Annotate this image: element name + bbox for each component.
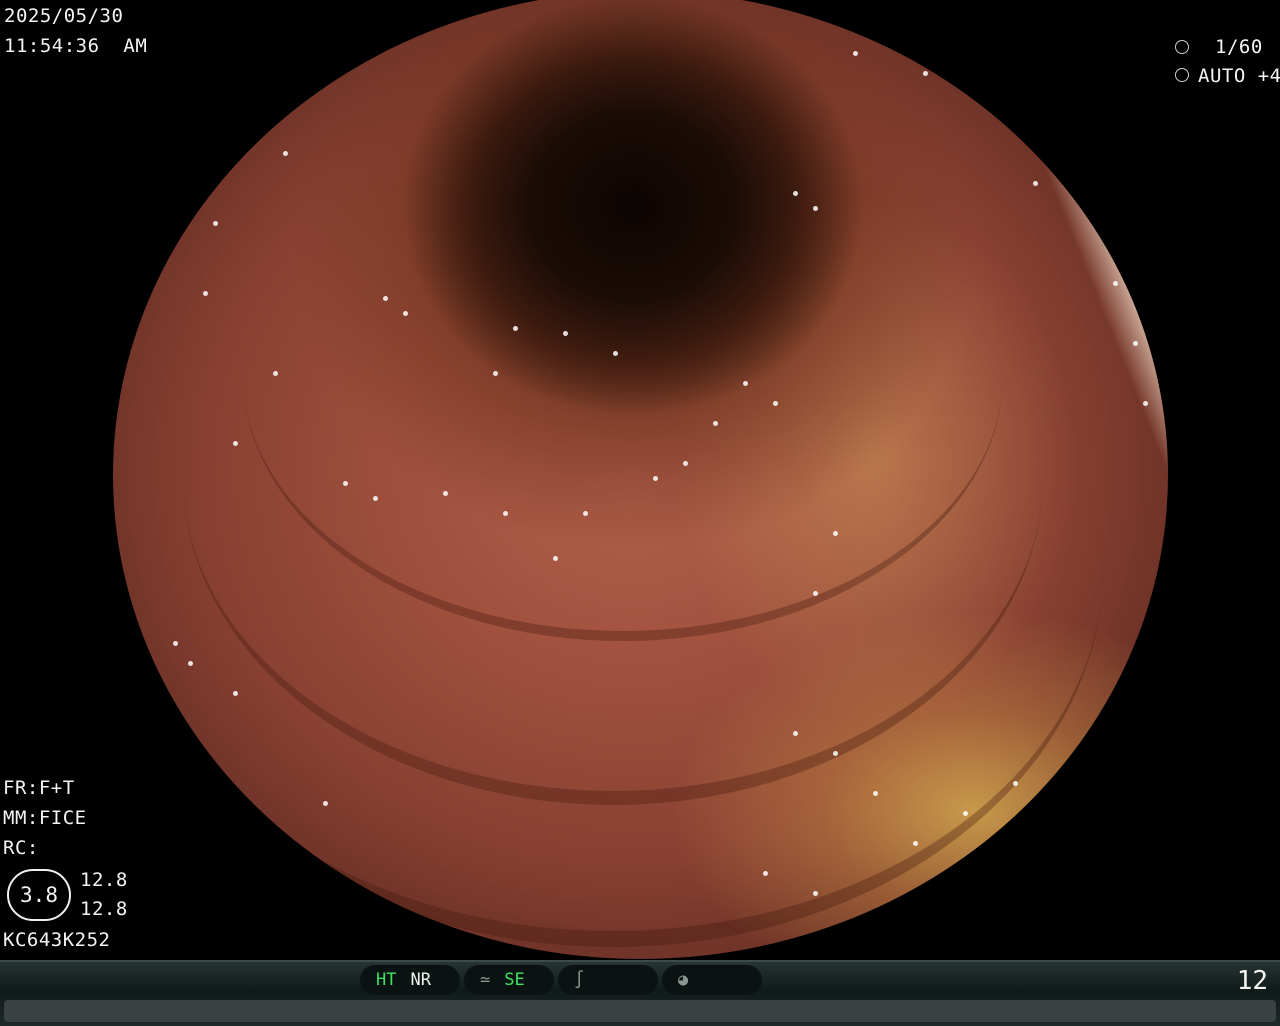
- status-strip: [4, 1000, 1276, 1022]
- endoscopic-view: [113, 0, 1168, 959]
- date-label: 2025/05/30: [4, 5, 124, 27]
- wave-icon: ≃: [480, 970, 491, 990]
- value-top: 12.8: [80, 869, 128, 891]
- rc-setting: RC:: [3, 837, 39, 859]
- shutter-icon: [1175, 40, 1189, 54]
- se-indicator: SE: [504, 970, 525, 990]
- shutter-speed: 1/60: [1215, 36, 1263, 58]
- ht-nr-group: HT NR: [360, 965, 460, 995]
- curve-icon: ∫: [574, 970, 585, 990]
- zoom-value: 3.8: [20, 883, 58, 907]
- scope-id: KC643K252: [3, 929, 111, 951]
- bubbles: [113, 0, 1168, 959]
- mm-setting: MM:FICE: [3, 807, 87, 829]
- ht-indicator: HT: [376, 970, 397, 990]
- page-number: 12: [1236, 966, 1268, 996]
- value-bottom: 12.8: [80, 898, 128, 920]
- zoom-indicator: 3.8: [7, 869, 71, 921]
- se-group: ≃ SE: [464, 965, 554, 995]
- gauge-icon: ◕: [678, 970, 689, 990]
- nr-indicator: NR: [410, 970, 431, 990]
- fr-setting: FR:F+T: [3, 777, 75, 799]
- iris-mode: AUTO +4: [1198, 65, 1280, 87]
- curve-group: ∫: [558, 965, 658, 995]
- iris-icon: [1175, 68, 1189, 82]
- time-label: 11:54:36 AM: [4, 35, 148, 57]
- gauge-group: ◕: [662, 965, 762, 995]
